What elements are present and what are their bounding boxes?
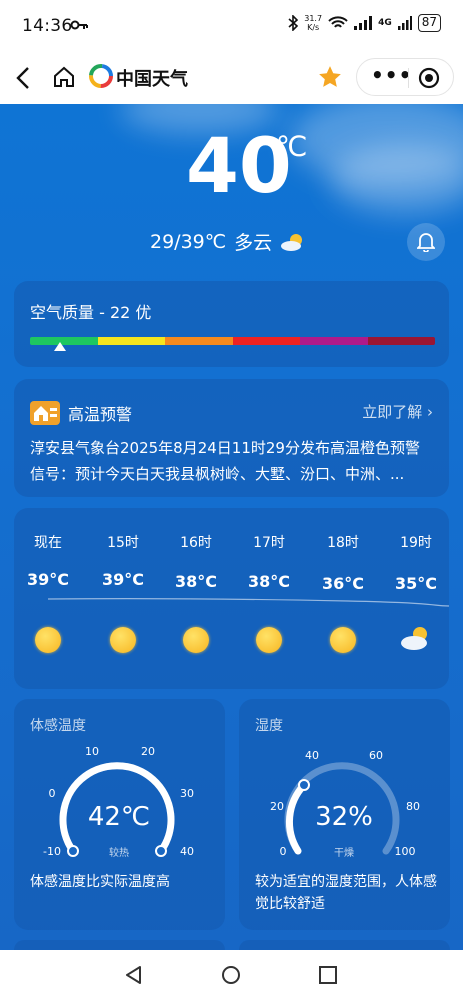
warning-text: 淳安县气象台2025年8月24日11时29分发布高温橙色预警 信号：预计今天白天… bbox=[30, 435, 435, 487]
gauge-tick: 40 bbox=[180, 845, 194, 858]
sun-icon bbox=[256, 627, 282, 653]
battery-indicator: 87 bbox=[417, 14, 441, 32]
system-home-icon[interactable] bbox=[221, 965, 241, 985]
gauge-tick: 100 bbox=[395, 845, 416, 858]
mini-program-capsule: ••• bbox=[356, 58, 454, 96]
feels-like-gauge: -10 0 10 20 30 40 42℃ 较热 bbox=[43, 745, 194, 859]
humidity-gauge: 0 20 40 60 80 100 32% 干燥 bbox=[270, 749, 420, 859]
more-icon[interactable]: ••• bbox=[371, 63, 412, 87]
capsule-divider bbox=[408, 68, 409, 88]
wifi-icon bbox=[328, 16, 348, 28]
hour-temperature: 39°C bbox=[26, 570, 69, 589]
key-icon bbox=[70, 20, 88, 30]
gauge-tick: 0 bbox=[280, 845, 287, 858]
humidity-description: 较为适宜的湿度范围，人体感觉比较舒适 bbox=[255, 874, 437, 912]
nav-bar: 中国天气 ••• bbox=[0, 52, 463, 104]
gauge-tick: 0 bbox=[49, 787, 56, 800]
gauge-tick: 80 bbox=[406, 800, 420, 813]
sky-cloud-2 bbox=[330, 144, 463, 214]
hourly-item: 现在 39°C bbox=[18, 532, 78, 653]
hour-label: 19时 bbox=[400, 535, 432, 551]
signal-icon bbox=[354, 16, 373, 30]
favorite-star-icon[interactable] bbox=[317, 64, 343, 90]
feels-like-level: 较热 bbox=[109, 846, 129, 859]
gauge-tick: 30 bbox=[180, 787, 194, 800]
hour-label: 17时 bbox=[253, 535, 285, 551]
gauge-tick: 40 bbox=[305, 749, 319, 762]
bluetooth-icon bbox=[288, 15, 299, 31]
hour-label: 16时 bbox=[180, 535, 212, 551]
hour-temperature: 36°C bbox=[321, 574, 364, 593]
hour-label: 15时 bbox=[107, 535, 139, 551]
aqi-segment-heavy bbox=[300, 337, 368, 345]
home-icon[interactable] bbox=[52, 65, 76, 89]
sun-icon bbox=[183, 627, 209, 653]
weather-main: 40 ℃ 29/39℃ 多云 空气质量 - 22 优 高温预警 立即了解 › 淳… bbox=[0, 104, 463, 950]
feels-like-value: 42℃ bbox=[88, 802, 150, 832]
aqi-segment-severe bbox=[367, 337, 435, 345]
weather-logo-icon bbox=[89, 64, 113, 88]
status-time: 14:36 bbox=[22, 16, 73, 36]
hourly-forecast-card[interactable]: 现在 39°C 15时 39°C 16时 38°C 17时 38°C 18时 3… bbox=[14, 508, 449, 689]
hourly-item: 18时 36°C bbox=[313, 532, 373, 653]
sun-icon bbox=[35, 627, 61, 653]
warning-house-icon bbox=[30, 401, 60, 425]
system-back-icon[interactable] bbox=[124, 965, 144, 985]
gauge-tick: 60 bbox=[369, 749, 383, 762]
today-summary: 29/39℃ 多云 bbox=[150, 228, 306, 255]
hour-label: 现在 bbox=[34, 535, 62, 551]
aqi-segment-good bbox=[97, 337, 165, 345]
hourly-item: 15时 39°C bbox=[93, 532, 153, 653]
gauge-tick: 20 bbox=[270, 800, 284, 813]
system-recents-icon[interactable] bbox=[318, 965, 338, 985]
alert-bell-button[interactable] bbox=[407, 223, 445, 261]
temperature-range: 29/39℃ bbox=[150, 230, 227, 253]
warning-title: 高温预警 bbox=[68, 405, 133, 424]
gauge-tick: 20 bbox=[141, 745, 155, 758]
hour-temperature: 35°C bbox=[394, 574, 437, 593]
weather-condition: 多云 bbox=[234, 232, 273, 254]
humidity-value: 32% bbox=[315, 802, 373, 832]
signal-icon-2 bbox=[397, 16, 412, 30]
hourly-item: 19时 35°C bbox=[386, 532, 446, 651]
humidity-level: 干燥 bbox=[334, 847, 354, 859]
network-speed: 31.7 K/s bbox=[304, 14, 323, 32]
air-quality-card[interactable]: 空气质量 - 22 优 bbox=[14, 281, 449, 367]
hour-temperature: 38°C bbox=[247, 572, 290, 591]
close-target-icon[interactable] bbox=[417, 66, 441, 90]
network-type: 4G bbox=[378, 18, 392, 28]
heat-warning-card[interactable]: 高温预警 立即了解 › 淳安县气象台2025年8月24日11时29分发布高温橙色… bbox=[14, 379, 449, 497]
warning-text-line1: 淳安县气象台2025年8月24日11时29分发布高温橙色预警 bbox=[30, 439, 420, 457]
hourly-item: 16时 38°C bbox=[166, 532, 226, 653]
aqi-marker bbox=[54, 342, 66, 351]
warning-text-line2: 信号：预计今天白天我县枫树岭、大墅、汾口、中洲、... bbox=[30, 465, 405, 483]
sun-icon bbox=[330, 627, 356, 653]
gauge-tick: -10 bbox=[43, 845, 61, 858]
hour-temperature: 38°C bbox=[174, 572, 217, 591]
hour-label: 18时 bbox=[327, 535, 359, 551]
partly-cloudy-icon bbox=[401, 627, 427, 650]
hourly-item: 17时 38°C bbox=[239, 532, 299, 653]
next-card-left[interactable] bbox=[14, 940, 225, 950]
feels-like-description: 体感温度比实际温度高 bbox=[30, 874, 170, 890]
aqi-segment-moderate bbox=[232, 337, 300, 345]
air-quality-scale bbox=[30, 337, 435, 345]
bell-icon bbox=[417, 233, 435, 252]
next-card-right[interactable] bbox=[239, 940, 450, 950]
sun-icon bbox=[110, 627, 136, 653]
gauge-tick: 10 bbox=[85, 745, 99, 758]
air-quality-label: 空气质量 - 22 优 bbox=[30, 303, 152, 322]
warning-more-link[interactable]: 立即了解 › bbox=[362, 401, 433, 422]
brand-name: 中国天气 bbox=[116, 69, 188, 90]
back-icon[interactable] bbox=[14, 65, 32, 91]
humidity-card[interactable]: 湿度 0 20 40 60 80 100 32% 干燥 较为适宜的湿度范围，人体… bbox=[239, 699, 450, 930]
temperature-trend-line bbox=[48, 598, 449, 607]
feels-like-card[interactable]: 体感温度 -10 0 10 20 30 40 42℃ 较热 体感温度比实际温度高 bbox=[14, 699, 225, 930]
hour-temperature: 39°C bbox=[101, 570, 144, 589]
status-bar: 14:36 31.7 K/s 4G 87 bbox=[0, 0, 463, 52]
system-nav-bar bbox=[0, 950, 463, 1000]
temperature-unit: ℃ bbox=[276, 130, 308, 163]
partly-cloudy-icon bbox=[281, 233, 303, 251]
aqi-segment-light bbox=[165, 337, 233, 345]
